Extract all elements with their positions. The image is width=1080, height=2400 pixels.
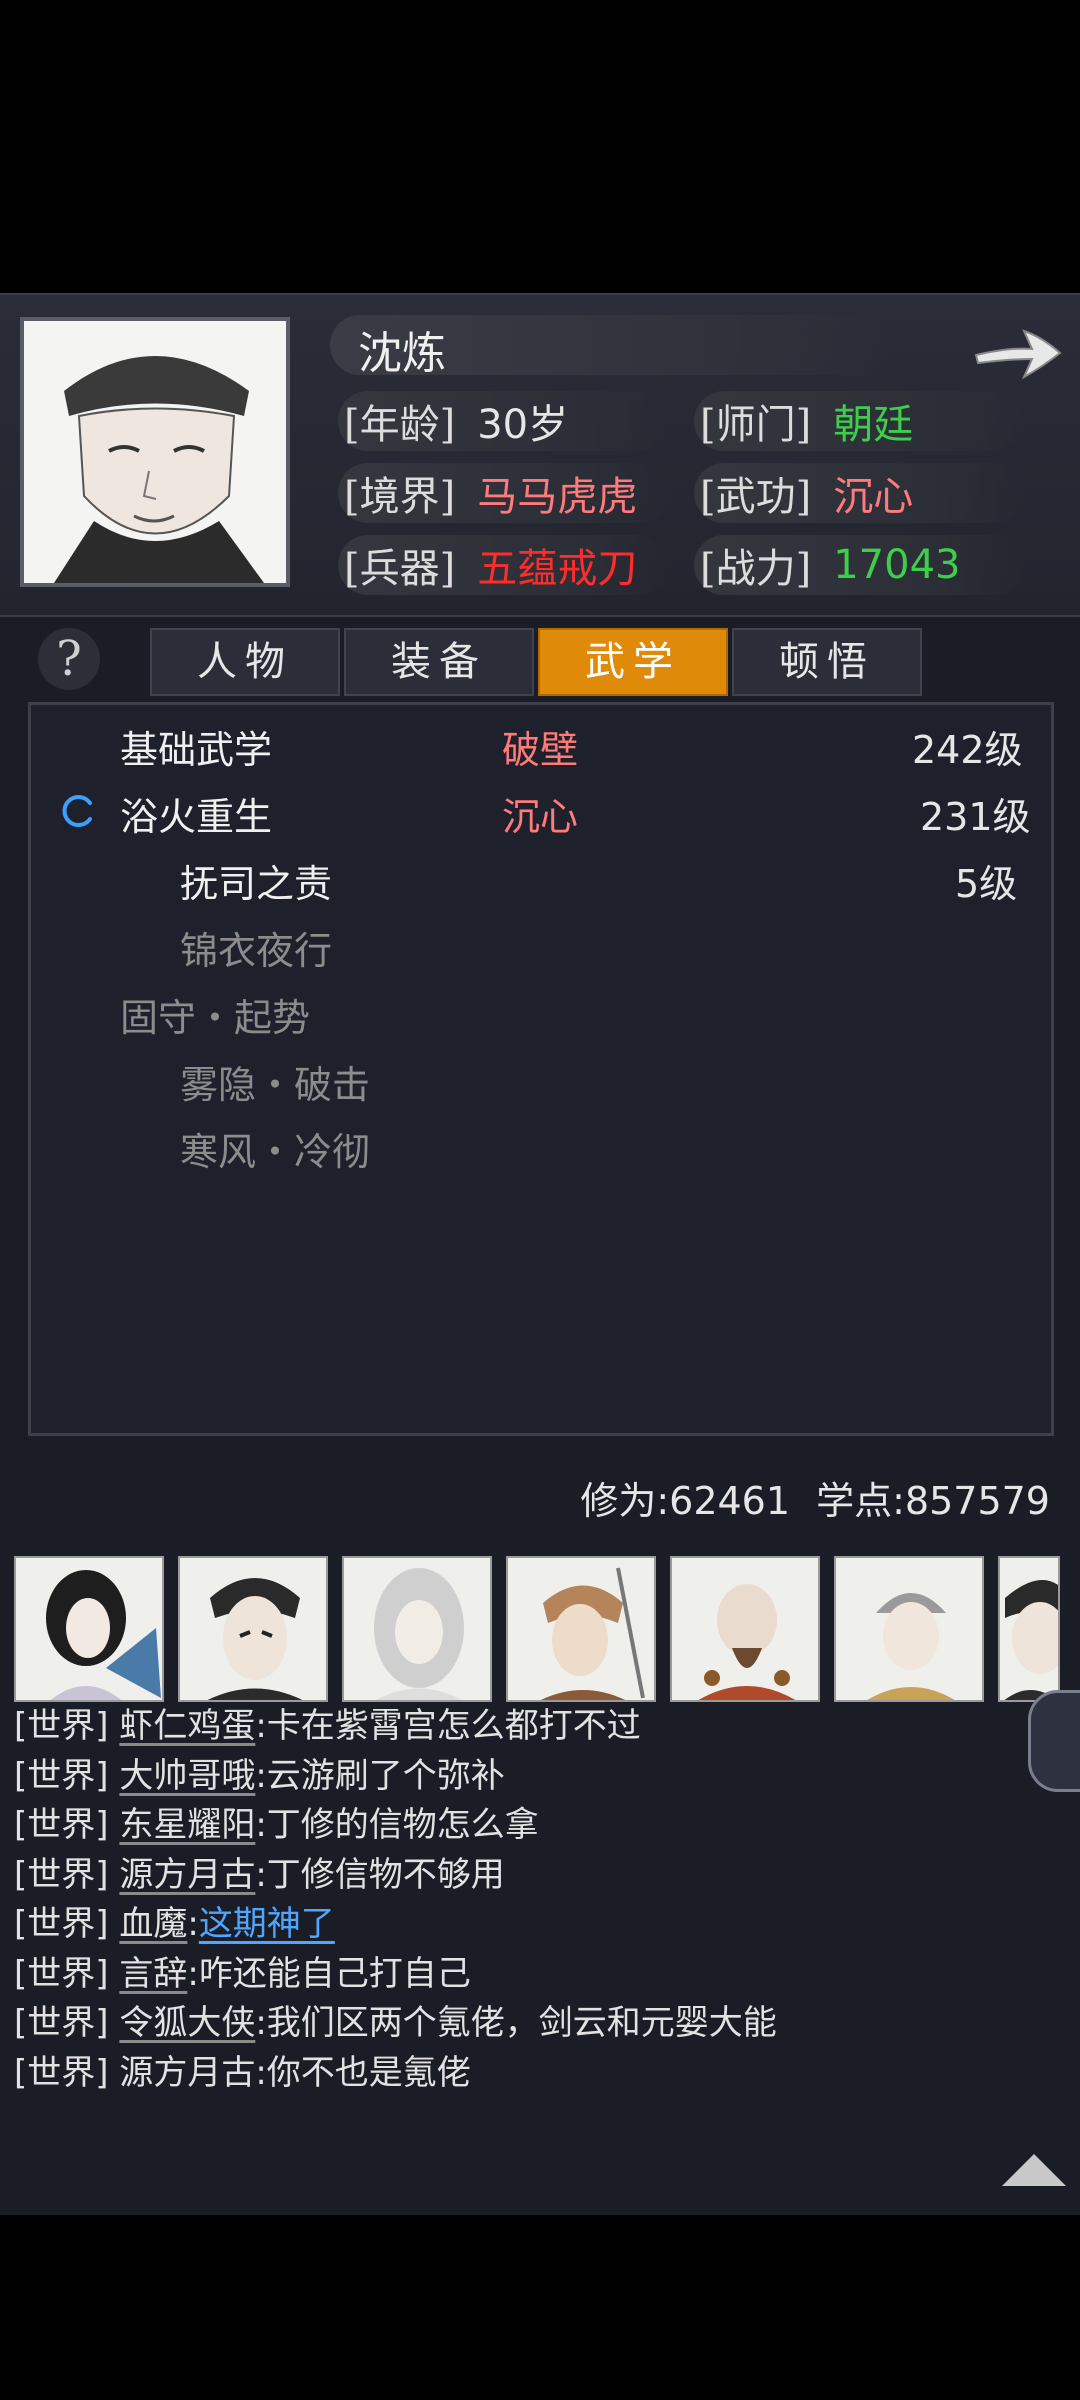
chat-message: [世界] 源方月古:你不也是氪佬 bbox=[14, 2049, 1054, 2099]
chat-channel: [世界] bbox=[14, 1854, 109, 1895]
sect-value: 朝廷 bbox=[833, 402, 914, 448]
chat-message: [世界] 令狐大侠:我们区两个氪佬，剑云和元婴大能 bbox=[14, 1999, 1054, 2049]
chat-user[interactable]: 源方月古 bbox=[119, 2053, 255, 2093]
tab-character[interactable]: 人物 bbox=[150, 628, 340, 696]
character-thumb[interactable] bbox=[506, 1556, 656, 1702]
realm-value: 马马虎虎 bbox=[477, 474, 638, 520]
world-chat: [世界] 虾仁鸡蛋:卡在紫霄宫怎么都打不过 [世界] 大帅哥哦:云游刷了个弥补 … bbox=[14, 1702, 1054, 2098]
tab-martial-arts[interactable]: 武学 bbox=[538, 628, 728, 696]
chat-link[interactable]: 这期神了 bbox=[199, 1904, 335, 1944]
tab-equipment[interactable]: 装备 bbox=[344, 628, 534, 696]
skill-value: 沉心 bbox=[833, 474, 914, 520]
stat-weapon: [兵器] 五蕴戒刀 bbox=[338, 533, 668, 597]
chat-text: :我们区两个氪佬，剑云和元婴大能 bbox=[255, 2003, 777, 2043]
help-icon[interactable]: ? bbox=[38, 628, 100, 690]
sect-label: [师门] bbox=[700, 402, 812, 448]
stat-power: [战力] 17043 bbox=[694, 533, 1024, 597]
realm-label: [境界] bbox=[344, 474, 456, 520]
chat-channel: [世界] bbox=[14, 1755, 109, 1796]
skill-label: [武功] bbox=[700, 474, 812, 520]
chat-user[interactable]: 源方月古 bbox=[119, 1855, 255, 1895]
profile-header: 沈炼 [年龄] 30岁 [师门] 朝廷 [境界] 马马虎虎 [武功] 沉心 [兵… bbox=[0, 293, 1080, 617]
chat-message: [世界] 血魔:这期神了 bbox=[14, 1904, 335, 1944]
cultivation-stats: 修为:62461 学点:857579 bbox=[580, 1470, 1050, 1525]
character-portrait[interactable] bbox=[20, 317, 290, 587]
chat-text: :卡在紫霄宫怎么都打不过 bbox=[255, 1706, 641, 1746]
martial-item-tag: 破壁 bbox=[502, 727, 579, 772]
martial-item-name[interactable]: 雾隐・破击 bbox=[180, 1049, 370, 1113]
martial-item-level: 231级 bbox=[920, 794, 1031, 839]
character-name: 沈炼 bbox=[358, 328, 446, 379]
chat-user[interactable]: 虾仁鸡蛋 bbox=[119, 1706, 255, 1746]
chat-user[interactable]: 令狐大侠 bbox=[119, 2003, 255, 2043]
tab-bar: 人物 装备 武学 顿悟 bbox=[150, 628, 922, 696]
chat-text: :丁修信物不够用 bbox=[255, 1854, 505, 1895]
chat-message: [世界] 源方月古:丁修信物不够用 bbox=[14, 1851, 1054, 1901]
chat-message: [世界] 大帅哥哦:云游刷了个弥补 bbox=[14, 1752, 1054, 1802]
chat-text: :你不也是氪佬 bbox=[255, 2052, 471, 2093]
martial-item-name[interactable]: 抚司之责 bbox=[180, 848, 332, 912]
martial-item-level: 5级 bbox=[955, 861, 1018, 906]
character-thumb[interactable] bbox=[998, 1556, 1060, 1702]
age-label: [年龄] bbox=[344, 402, 456, 448]
martial-item-tag: 沉心 bbox=[502, 794, 579, 839]
stat-realm: [境界] 马马虎虎 bbox=[338, 461, 668, 525]
character-thumb[interactable] bbox=[834, 1556, 984, 1702]
character-thumb[interactable] bbox=[670, 1556, 820, 1702]
chat-user[interactable]: 血魔 bbox=[119, 1904, 187, 1944]
martial-item-name[interactable]: 固守・起势 bbox=[120, 982, 310, 1046]
chat-user[interactable]: 东星耀阳 bbox=[119, 1805, 255, 1845]
weapon-label: [兵器] bbox=[344, 546, 456, 592]
loading-spinner-icon bbox=[60, 793, 96, 829]
stat-skill: [武功] 沉心 bbox=[694, 461, 1024, 525]
chat-text: :丁修的信物怎么拿 bbox=[255, 1805, 539, 1845]
martial-item-name[interactable]: 寒风・冷彻 bbox=[180, 1116, 370, 1180]
age-value: 30岁 bbox=[477, 402, 569, 448]
martial-item-name[interactable]: 锦衣夜行 bbox=[180, 915, 332, 979]
chat-channel: [世界] bbox=[14, 2003, 109, 2043]
chat-message: [世界] 虾仁鸡蛋:卡在紫霄宫怎么都打不过 bbox=[14, 1702, 1054, 1752]
chat-text: :咋还能自己打自己 bbox=[187, 1953, 471, 1994]
chat-channel: [世界] bbox=[14, 1904, 109, 1944]
next-arrow-icon[interactable] bbox=[970, 317, 1066, 389]
character-strip bbox=[14, 1556, 1060, 1702]
power-label: [战力] bbox=[700, 546, 812, 592]
stat-age: [年龄] 30岁 bbox=[338, 389, 668, 453]
chat-channel: [世界] bbox=[14, 2052, 109, 2093]
chat-message: [世界] 言辞:咋还能自己打自己 bbox=[14, 1950, 1054, 2000]
martial-item-name[interactable]: 浴火重生 bbox=[120, 781, 272, 845]
martial-item-name[interactable]: 基础武学 bbox=[120, 714, 272, 778]
chat-channel: [世界] bbox=[14, 1805, 109, 1845]
chat-text: :云游刷了个弥补 bbox=[255, 1755, 505, 1796]
martial-item-level: 242级 bbox=[912, 727, 1023, 772]
chat-channel: [世界] bbox=[14, 1706, 109, 1746]
chat-user[interactable]: 大帅哥哦 bbox=[119, 1756, 255, 1796]
character-thumb[interactable] bbox=[14, 1556, 164, 1702]
scroll-up-icon[interactable] bbox=[1002, 2154, 1066, 2186]
character-thumb[interactable] bbox=[178, 1556, 328, 1702]
tab-enlightenment[interactable]: 顿悟 bbox=[732, 628, 922, 696]
learning-points-value: 学点:857579 bbox=[816, 1479, 1050, 1523]
cultivation-value: 修为:62461 bbox=[580, 1479, 791, 1523]
power-value: 17043 bbox=[833, 542, 961, 588]
chat-channel: [世界] bbox=[14, 1953, 109, 1994]
character-thumb[interactable] bbox=[342, 1556, 492, 1702]
weapon-value: 五蕴戒刀 bbox=[477, 546, 638, 592]
chat-user[interactable]: 言辞 bbox=[119, 1954, 187, 1994]
stat-sect: [师门] 朝廷 bbox=[694, 389, 1024, 453]
chat-message: [世界] 东星耀阳:丁修的信物怎么拿 bbox=[14, 1801, 1054, 1851]
